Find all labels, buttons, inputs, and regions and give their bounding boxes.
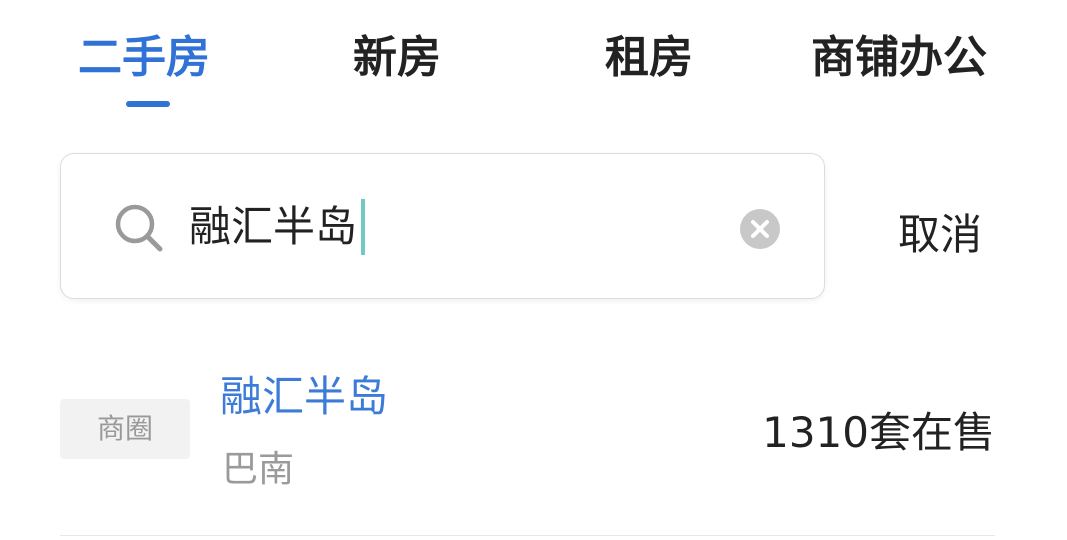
tab-second-hand[interactable]: 二手房 <box>78 28 210 88</box>
tab-commercial-office[interactable]: 商铺办公 <box>811 28 987 88</box>
search-input[interactable]: 融汇半岛 <box>189 199 366 255</box>
result-title: 融汇半岛 <box>220 372 389 421</box>
search-input-value: 融汇半岛 <box>189 202 358 251</box>
active-tab-indicator <box>126 101 170 107</box>
search-box[interactable]: 融汇半岛 <box>60 153 825 299</box>
search-result-item[interactable]: 商圈 融汇半岛 巴南 1310套在售 <box>60 350 995 530</box>
cancel-button[interactable]: 取消 <box>898 207 982 263</box>
divider <box>60 535 995 536</box>
result-type-badge: 商圈 <box>60 399 190 459</box>
clear-icon[interactable] <box>740 209 780 249</box>
result-listing-count: 1310套在售 <box>762 408 995 457</box>
tab-new-house[interactable]: 新房 <box>353 28 441 88</box>
search-icon <box>115 204 163 252</box>
text-caret <box>361 199 366 255</box>
result-district: 巴南 <box>222 449 295 490</box>
tab-rental[interactable]: 租房 <box>605 28 693 88</box>
